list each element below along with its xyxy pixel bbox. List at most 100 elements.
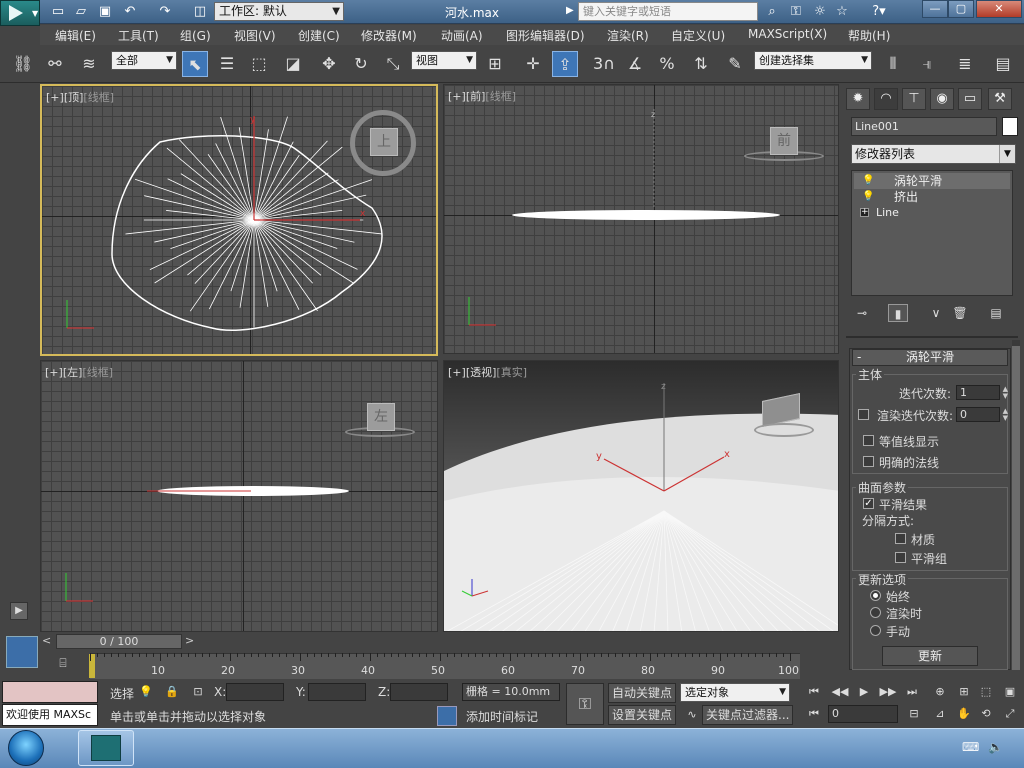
graphite-toolbar-icon[interactable]: ▤ [990, 51, 1016, 77]
select-and-scale-icon[interactable]: ⤡ [380, 51, 406, 77]
viewport-perspective[interactable]: [+][透视][真实] y x z [443, 360, 839, 632]
minimize-button[interactable]: — [922, 0, 948, 18]
pan-hand-icon[interactable]: ✋ [954, 705, 974, 723]
time-tag-icon[interactable] [437, 706, 457, 726]
select-and-manipulate-icon[interactable]: ✛ [520, 51, 546, 77]
modifier-list-dropdown[interactable]: 修改器列表 ▼ [851, 144, 1016, 164]
menu-rendering[interactable]: 渲染(R) [607, 27, 649, 44]
add-time-tag[interactable]: 添加时间标记 [466, 708, 538, 725]
open-file-icon[interactable]: ▱ [71, 3, 91, 21]
info-center-arrow-icon[interactable]: ▶ [566, 5, 574, 16]
menu-help[interactable]: 帮助(H) [848, 27, 890, 44]
mini-curve-editor-icon[interactable]: ⌸ [52, 656, 74, 674]
menu-modifiers[interactable]: 修改器(M) [361, 27, 417, 44]
viewport-plus-menu[interactable]: [+] [448, 366, 466, 379]
binoculars-icon[interactable]: ⌕ [762, 3, 782, 21]
motion-tab-icon[interactable]: ◉ [930, 88, 954, 110]
stack-item-line[interactable]: + Line [854, 205, 1010, 221]
named-selection-dropdown[interactable]: 创建选择集 ▼ [754, 51, 872, 70]
time-slider-next-icon[interactable]: > [185, 634, 194, 647]
viewport-layout-icon[interactable] [6, 636, 38, 668]
key-tangent-icon[interactable]: ∿ [682, 706, 702, 724]
snaps-toggle-icon[interactable]: 3∩ [588, 51, 620, 77]
viewport-shading-mode[interactable]: [线框] [83, 91, 114, 104]
percent-snap-icon[interactable]: % [654, 51, 680, 77]
menu-views[interactable]: 视图(V) [234, 27, 276, 44]
pin-stack-icon[interactable]: ⊸ [852, 304, 872, 322]
save-file-icon[interactable]: ▣ [95, 3, 115, 21]
favorites-star-icon[interactable]: ☆ [832, 3, 852, 21]
create-tab-icon[interactable]: ✹ [846, 88, 870, 110]
maximize-viewport-icon[interactable]: ⤢ [1000, 705, 1020, 723]
modify-tab-icon[interactable]: ◠ [874, 88, 898, 110]
angle-snap-icon[interactable]: ∡ [622, 51, 648, 77]
reference-coordinate-dropdown[interactable]: 视图 ▼ [411, 51, 477, 70]
select-and-link-icon[interactable]: ⛓ [10, 51, 36, 77]
show-end-result-icon[interactable]: ▮ [888, 304, 908, 322]
zoom-all-icon[interactable]: ⊞ [954, 683, 974, 701]
play-icon[interactable]: ▶ [854, 683, 874, 701]
update-button[interactable]: 更新 [882, 646, 978, 666]
utilities-tab-icon[interactable]: ⚒ [988, 88, 1012, 110]
select-object-icon[interactable]: ⬉ [182, 51, 208, 77]
menu-maxscript[interactable]: MAXScript(X) [748, 27, 827, 41]
spinner-arrows-icon[interactable]: ▲ ▼ [1003, 408, 1008, 422]
hierarchy-tab-icon[interactable]: ⊤ [902, 88, 926, 110]
keyboard-tray-icon[interactable]: ⌨ [962, 740, 979, 754]
select-and-move-icon[interactable]: ✥ [316, 51, 342, 77]
viewcube-top[interactable]: 上 [370, 128, 398, 156]
workspace-dropdown[interactable]: 工作区: 默认 ▼ [214, 2, 344, 21]
viewport-plus-menu[interactable]: [+] [46, 91, 64, 104]
isoline-display-checkbox[interactable] [863, 435, 874, 446]
viewport-label-front[interactable]: [+][前][线框] [448, 88, 516, 104]
viewport-label-left[interactable]: [+][左][线框] [45, 364, 113, 380]
keyboard-shortcut-override-icon[interactable]: ⇪ [552, 51, 578, 77]
close-button[interactable]: ✕ [976, 0, 1022, 18]
zoom-extents-icon[interactable]: ⬚ [976, 683, 996, 701]
explicit-normals-checkbox[interactable] [863, 456, 874, 467]
mirror-icon[interactable]: ⫴ [880, 51, 906, 77]
key-mode-toggle-icon[interactable]: ⏮ [804, 705, 824, 723]
unlink-icon[interactable]: ⚯ [42, 51, 68, 77]
taskbar-3dsmax-app[interactable] [78, 730, 134, 766]
windows-start-button[interactable] [8, 730, 44, 766]
command-panel-scrollbar-thumb[interactable] [1012, 346, 1020, 670]
materials-checkbox[interactable] [895, 533, 906, 544]
collapse-minus-icon[interactable]: - [857, 350, 861, 365]
viewcube-left[interactable]: 左 [367, 403, 395, 431]
display-tab-icon[interactable]: ▭ [958, 88, 982, 110]
edit-named-selection-icon[interactable]: ✎ [722, 51, 748, 77]
render-iters-checkbox[interactable] [858, 409, 869, 420]
set-key-button[interactable]: 设置关键点 [608, 705, 677, 725]
update-always-radio[interactable] [870, 590, 881, 601]
smooth-result-checkbox[interactable]: ✓ [863, 498, 874, 509]
isolate-selection-icon[interactable]: 💡 [136, 683, 156, 701]
iterations-spinner[interactable]: 1 ▲ ▼ [956, 385, 1008, 400]
undo-icon[interactable]: ↶ [120, 3, 140, 21]
absolute-transform-icon[interactable]: ⊡ [188, 683, 208, 701]
rollout-header[interactable]: - 涡轮平滑 [852, 349, 1008, 366]
volume-tray-icon[interactable]: 🔈 [988, 740, 1003, 754]
orbit-icon[interactable]: ⟲ [976, 705, 996, 723]
communication-center-icon[interactable]: ☼ [810, 3, 830, 21]
z-coordinate-field[interactable] [390, 683, 448, 701]
render-iters-spinner[interactable]: 0 ▲ ▼ [956, 407, 1008, 422]
subscription-key-icon[interactable]: ⚿ [786, 3, 806, 21]
new-file-icon[interactable]: ▭ [48, 3, 68, 21]
viewport-left[interactable]: [+][左][线框] 左 [40, 360, 438, 632]
viewport-shading-mode[interactable]: [线框] [82, 366, 113, 379]
viewport-plus-menu[interactable]: [+] [45, 366, 63, 379]
project-folder-icon[interactable]: ◫ [190, 3, 210, 21]
menu-graph-editors[interactable]: 图形编辑器(D) [506, 27, 585, 44]
previous-frame-icon[interactable]: ◀◀ [830, 683, 850, 701]
menu-create[interactable]: 创建(C) [298, 27, 340, 44]
layer-manager-icon[interactable]: ≣ [952, 51, 978, 77]
time-slider[interactable]: 0 / 100 [56, 634, 182, 649]
maxscript-listener-mini[interactable] [2, 681, 98, 703]
redo-icon[interactable]: ↷ [155, 3, 175, 21]
viewcube-front[interactable]: 前 [770, 127, 798, 155]
viewport-shading-mode[interactable]: [真实] [496, 366, 527, 379]
viewport-front[interactable]: [+][前][线框] z 前 [443, 84, 839, 354]
x-coordinate-field[interactable] [226, 683, 284, 701]
remove-modifier-icon[interactable]: 🗑 [950, 304, 970, 322]
